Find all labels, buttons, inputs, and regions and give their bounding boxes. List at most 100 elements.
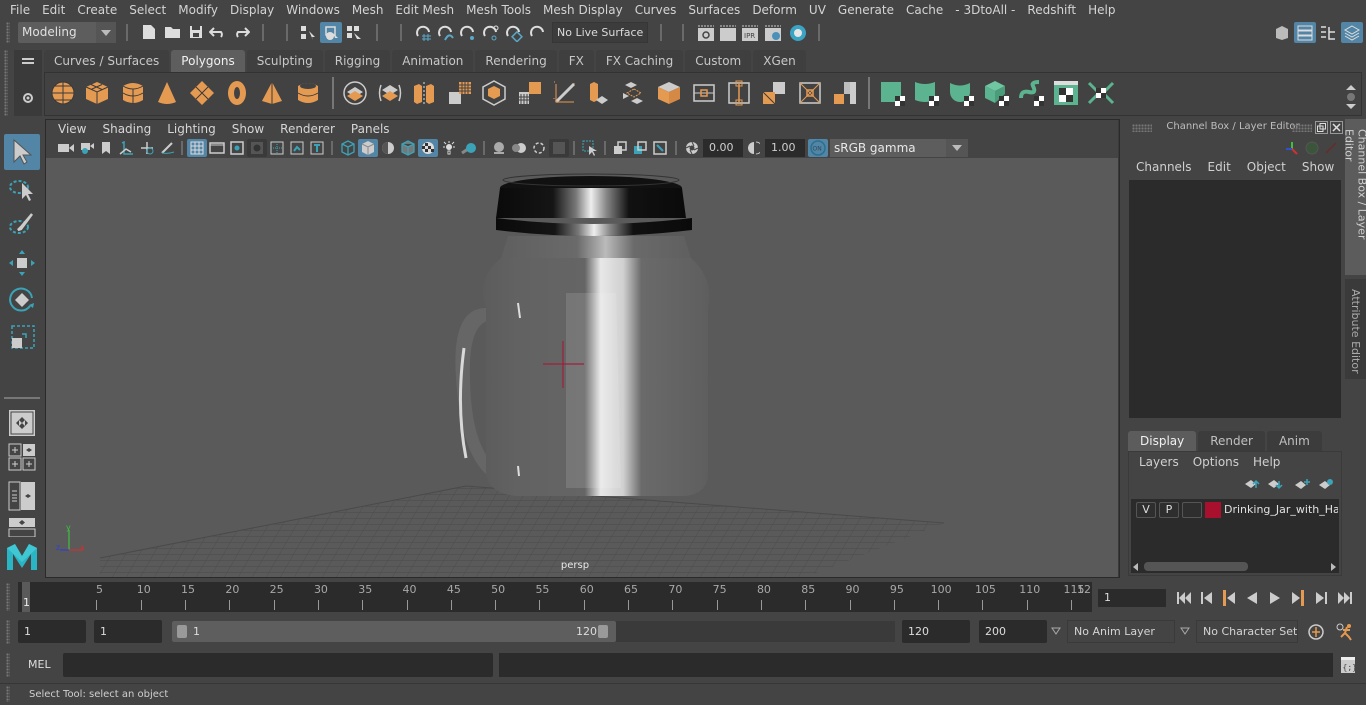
resolution-gate-icon[interactable] [227,139,247,157]
scroll-thumb[interactable] [1144,562,1248,571]
hypershade-icon[interactable] [787,22,809,43]
step-forward-frame-icon[interactable] [1311,588,1331,608]
render-settings-icon[interactable] [763,22,783,43]
planar-uv-icon[interactable] [879,79,907,107]
shelf-tab-sculpting[interactable]: Sculpting [246,50,323,72]
menu-modify[interactable]: Modify [172,0,224,20]
select-tool-button[interactable] [4,134,40,170]
menu-edit-mesh[interactable]: Edit Mesh [389,0,460,20]
viewport-menu-shading[interactable]: Shading [94,122,159,136]
shelf-tabs-menu-icon[interactable] [20,54,36,68]
undo-icon[interactable] [208,23,228,41]
menu-display[interactable]: Display [224,0,280,20]
sidebar-toggle-icon[interactable] [1272,22,1292,43]
exposure-field[interactable]: 0.00 [703,139,743,157]
show-menu[interactable]: Show [1294,160,1342,174]
image-plane-icon[interactable] [116,139,136,157]
save-scene-icon[interactable] [187,23,205,41]
shelf-tab-polygons[interactable]: Polygons [171,50,245,72]
range-start-handle[interactable] [177,625,187,638]
menu-uv[interactable]: UV [803,0,832,20]
channels-menu[interactable]: Channels [1128,160,1200,174]
camera-attributes-icon[interactable] [77,139,97,157]
exposure-icon[interactable] [683,139,701,157]
shelf-scroll-arrows[interactable] [1344,84,1358,110]
mel-command-input[interactable] [63,653,493,677]
step-back-key-icon[interactable] [1219,588,1239,608]
help-menu[interactable]: Help [1246,455,1287,469]
persp-graph-layout-button[interactable] [4,516,40,538]
shelf-tab-animation[interactable]: Animation [392,50,474,72]
scale-tool-button[interactable] [4,318,40,354]
menu-select[interactable]: Select [123,0,172,20]
shelf-tab-custom[interactable]: Custom [685,50,752,72]
bridge-icon[interactable] [620,79,648,107]
menu-edit[interactable]: Edit [36,0,71,20]
shelf-settings-gear-icon[interactable] [20,90,36,106]
layer-tab-anim[interactable]: Anim [1266,431,1322,451]
step-forward-key-icon[interactable] [1288,588,1308,608]
attribute-editor-toggle-icon[interactable] [1294,22,1316,43]
anim-layer-chevron-icon[interactable] [1049,624,1063,638]
shelf-tab-fx[interactable]: FX [558,50,594,72]
color-management-toggle[interactable]: ON [808,139,828,157]
uv-layout-icon[interactable] [1086,79,1116,107]
menu-redshift[interactable]: Redshift [1021,0,1082,20]
snap-to-curve-icon[interactable] [436,22,456,43]
xray-joints-icon[interactable] [650,139,670,157]
layer-color-swatch[interactable] [1205,502,1221,518]
scroll-left-arrow-icon[interactable] [1133,563,1138,571]
range-slider-bar[interactable] [172,621,616,642]
grid-toggle-icon[interactable] [187,139,207,157]
live-surface-field[interactable]: No Live Surface [552,22,648,43]
viewport-menu-panels[interactable]: Panels [343,122,398,136]
view-transform-dropdown[interactable]: sRGB gamma [830,139,968,157]
playback-end-field[interactable]: 120 [902,620,970,643]
menu-mesh-display[interactable]: Mesh Display [537,0,629,20]
redo-icon[interactable] [231,23,251,41]
menu-generate[interactable]: Generate [832,0,900,20]
select-by-object-icon[interactable] [320,22,342,43]
gamma-icon[interactable] [746,139,762,157]
viewport-3d-scene[interactable]: y x z persp [46,158,1118,577]
field-chart-icon[interactable] [267,139,287,157]
gamma-field[interactable]: 1.00 [765,139,805,157]
layer-name[interactable]: Drinking_Jar_with_Han [1224,503,1338,516]
safe-title-icon[interactable] [307,139,327,157]
screen-space-ao-icon[interactable] [489,139,509,157]
play-backwards-icon[interactable] [1242,588,1262,608]
tool-settings-toggle-icon[interactable] [1318,22,1338,43]
shelf-tab-rigging[interactable]: Rigging [324,50,391,72]
two-d-pan-zoom-icon[interactable] [137,139,157,157]
shelf-tab-curves-surfaces[interactable]: Curves / Surfaces [44,50,170,72]
object-menu[interactable]: Object [1239,160,1294,174]
animation-preferences-icon[interactable] [1333,621,1357,643]
film-gate-icon[interactable] [207,139,227,157]
channel-pin-icon[interactable] [1322,139,1340,157]
snap-to-view-plane-icon[interactable] [481,22,501,43]
float-panel-icon[interactable] [1315,121,1328,134]
move-layer-down-icon[interactable] [1266,477,1284,491]
cylindrical-uv-icon[interactable] [913,79,941,107]
range-drag-handle[interactable] [6,620,10,644]
append-to-polygon-icon[interactable] [655,79,683,107]
move-layer-up-icon[interactable] [1243,477,1261,491]
scroll-right-arrow-icon[interactable] [1331,563,1336,571]
side-tab-attribute-editor[interactable]: Attribute Editor [1345,279,1366,379]
edit-menu[interactable]: Edit [1200,160,1239,174]
timeline-drag-handle[interactable] [6,583,10,611]
play-forwards-icon[interactable] [1265,588,1285,608]
four-view-layout-button[interactable] [4,441,40,473]
manipulator-axes-icon[interactable] [1283,139,1301,157]
layer-horizontal-scrollbar[interactable] [1131,560,1339,573]
viewport-menu-view[interactable]: View [50,122,94,136]
open-scene-icon[interactable] [163,23,183,41]
persp-outliner-layout-button[interactable] [4,478,40,514]
anim-layer-dropdown[interactable]: No Anim Layer [1067,620,1175,643]
separate-icon[interactable] [376,79,404,107]
xray-active-components-icon[interactable] [630,139,650,157]
viewport-menu-lighting[interactable]: Lighting [159,122,224,136]
multi-cut-icon[interactable] [690,79,718,107]
snap-to-point-icon[interactable] [458,22,478,43]
poly-pipe-icon[interactable] [294,79,322,107]
